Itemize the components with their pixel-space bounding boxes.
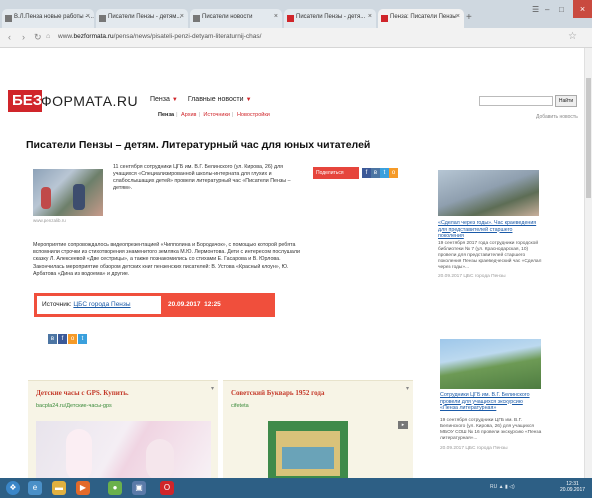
odnoklassniki-icon[interactable]: о — [68, 334, 77, 344]
sidebar-news-meta: 20.09.2017 ЦБС города Пензы — [438, 274, 506, 279]
search-button[interactable]: Найти — [555, 95, 577, 107]
close-tab-icon[interactable]: × — [368, 13, 372, 20]
article-title: Писатели Пензы – детям. Литературный час… — [26, 139, 371, 151]
dropdown-arrow-icon[interactable]: ▼ — [172, 97, 178, 103]
source-box: Источник: ЦБС города Пензы 20.09.2017 12… — [34, 293, 275, 317]
close-window-icon[interactable]: × — [573, 0, 592, 18]
twitter-icon[interactable]: t — [78, 334, 87, 344]
share-button[interactable]: Поделиться — [313, 167, 359, 179]
sidebar-news-text: 19 сентября 2017 года сотрудники городск… — [438, 241, 542, 270]
tab-label: Пенза: Писатели Пензы — [390, 14, 457, 20]
publish-datetime: 20.09.2017 12:25 — [168, 301, 221, 308]
forward-icon[interactable]: › — [22, 32, 25, 42]
add-news-link[interactable]: Добавить новость — [536, 114, 578, 120]
page-favicon-icon — [5, 15, 12, 22]
tab-label: Писатели Пензы - детям... — [108, 14, 182, 20]
subnav-item[interactable]: Новостройки — [237, 112, 270, 118]
sidebar-news-text: 19 сентября сотрудники ЦГБ им. В.Г. Бели… — [440, 418, 542, 441]
ad-source[interactable]: cifeteta — [231, 403, 249, 409]
ie-icon[interactable]: e — [28, 481, 42, 495]
article-photo[interactable] — [33, 169, 103, 216]
browser-tab[interactable]: В.Л.Пенза новые работы - ... × — [2, 9, 94, 28]
sidebar-news-meta: 20.09.2017 ЦБС города Пензы — [440, 446, 508, 451]
clock[interactable]: 12:31 20.09.2017 — [560, 481, 585, 493]
page-favicon-icon — [287, 15, 294, 22]
search-input[interactable] — [479, 96, 553, 106]
facebook-icon[interactable]: f — [362, 168, 371, 178]
sub-nav: Пенза | Архив | Источники | Новостройки — [158, 112, 270, 118]
minimize-icon[interactable]: – — [545, 5, 549, 14]
home-icon[interactable]: ⌂ — [46, 33, 50, 40]
back-icon[interactable]: ‹ — [8, 32, 11, 42]
ad-title[interactable]: Детские часы с GPS. Купить. — [36, 389, 129, 397]
ad-block[interactable]: Детские часы с GPS. Купить. bacpla24.ru/… — [28, 380, 218, 481]
dropdown-arrow-icon[interactable]: ▼ — [246, 97, 252, 103]
os-taskbar: ❖ e ▬ ▶ ● ▣ O RU ▲ ▮ ◁) 12:31 20.09.2017 — [0, 478, 592, 498]
ad-block[interactable]: Советский Букварь 1952 года cifeteta ▾ ▸ — [223, 380, 413, 481]
system-tray[interactable]: RU ▲ ▮ ◁) — [490, 484, 515, 490]
share-bar: Поделиться f в t о — [313, 167, 398, 179]
maximize-icon[interactable]: □ — [559, 5, 564, 14]
page-favicon-icon — [99, 15, 106, 22]
ad-title[interactable]: Советский Букварь 1952 года — [231, 389, 324, 397]
browser-tab[interactable]: Писатели Пензы - детя... × — [284, 9, 376, 28]
source-label: Источник: — [42, 301, 72, 308]
subnav-item[interactable]: Архив — [181, 112, 196, 118]
url-field[interactable]: www.bezformata.ru/pensa/news/pisateli-pe… — [58, 33, 261, 40]
scrollbar-thumb[interactable] — [586, 78, 591, 198]
media-player-icon[interactable]: ▶ — [76, 481, 90, 495]
browser-tab[interactable]: Писатели новости × — [190, 9, 282, 28]
new-tab-icon[interactable]: + — [466, 12, 472, 23]
ad-options-icon[interactable]: ▾ — [406, 385, 409, 392]
web-page: БЕЗ ФОРМАТА.RU Пенза ▼ Главные новости ▼ П… — [8, 48, 592, 481]
start-button-icon[interactable]: ❖ — [6, 481, 20, 495]
article-paragraph: Закончилась мероприятие обзором детских … — [33, 264, 289, 277]
reload-icon[interactable]: ↻ — [34, 32, 42, 43]
opera-icon[interactable]: O — [160, 481, 174, 495]
article-paragraph: Мероприятие сопровождалось видеопрезента… — [33, 242, 300, 262]
facebook-icon[interactable]: f — [58, 334, 67, 344]
page-favicon-icon — [193, 15, 200, 22]
close-tab-icon[interactable]: × — [456, 13, 460, 20]
sidebar-news-link[interactable]: «Сделал через годы». Час краеведения для… — [438, 220, 538, 240]
address-bar: ‹ › ↻ ⌂ www.bezformata.ru/pensa/news/pis… — [0, 28, 592, 48]
ad-image[interactable] — [268, 421, 348, 481]
vk-icon[interactable]: в — [48, 334, 57, 344]
expand-icon[interactable]: ▸ — [398, 421, 408, 429]
odnoklassniki-icon[interactable]: о — [389, 168, 398, 178]
browser-tab-active[interactable]: Пенза: Писатели Пензы × — [378, 9, 464, 28]
nav-item-penza[interactable]: Пенза — [150, 96, 170, 103]
ad-source[interactable]: bacpla24.ru/Детские-часы-gps — [36, 403, 112, 409]
subnav-item[interactable]: Источники — [203, 112, 230, 118]
bookmark-star-icon[interactable]: ☆ — [568, 31, 577, 42]
close-tab-icon[interactable]: × — [86, 13, 90, 20]
subnav-item[interactable]: Пенза — [158, 112, 174, 118]
tab-label: В.Л.Пенза новые работы - ... — [14, 14, 94, 20]
sidebar-news-link[interactable]: Сотрудники ЦГБ им. В.Г. Белинского прове… — [440, 392, 540, 412]
app-icon[interactable]: ▣ — [132, 481, 146, 495]
article-intro: 11 сентября сотрудники ЦГБ им. В.Г. Бели… — [113, 164, 291, 191]
browser-tab[interactable]: Писатели Пензы - детям... × — [96, 9, 188, 28]
twitter-icon[interactable]: t — [380, 168, 389, 178]
sidebar-news-image[interactable] — [440, 339, 541, 389]
photo-caption: www.penzalib.ru — [33, 218, 66, 223]
close-tab-icon[interactable]: × — [274, 13, 278, 20]
close-tab-icon[interactable]: × — [180, 13, 184, 20]
vk-icon[interactable]: в — [371, 168, 380, 178]
menu-icon[interactable]: ☰ — [532, 5, 539, 14]
ad-image[interactable] — [36, 421, 211, 481]
page-scrollbar[interactable] — [584, 48, 592, 478]
source-link[interactable]: ЦБС города Пензы — [73, 301, 130, 308]
nav-item-main-news[interactable]: Главные новости — [188, 96, 244, 103]
browser-tab-strip: В.Л.Пенза новые работы - ... × Писатели … — [0, 0, 592, 28]
sidebar-news-image[interactable] — [438, 170, 539, 216]
tab-label: Писатели Пензы - детя... — [296, 14, 366, 20]
site-logo[interactable]: БЕЗ ФОРМАТА.RU — [8, 90, 148, 112]
main-nav: Пенза ▼ Главные новости ▼ — [150, 96, 260, 103]
folder-icon[interactable]: ▬ — [52, 481, 66, 495]
tab-label: Писатели новости — [202, 14, 253, 20]
ad-options-icon[interactable]: ▾ — [211, 385, 214, 392]
chrome-icon[interactable]: ● — [108, 481, 122, 495]
page-favicon-icon — [381, 15, 388, 22]
